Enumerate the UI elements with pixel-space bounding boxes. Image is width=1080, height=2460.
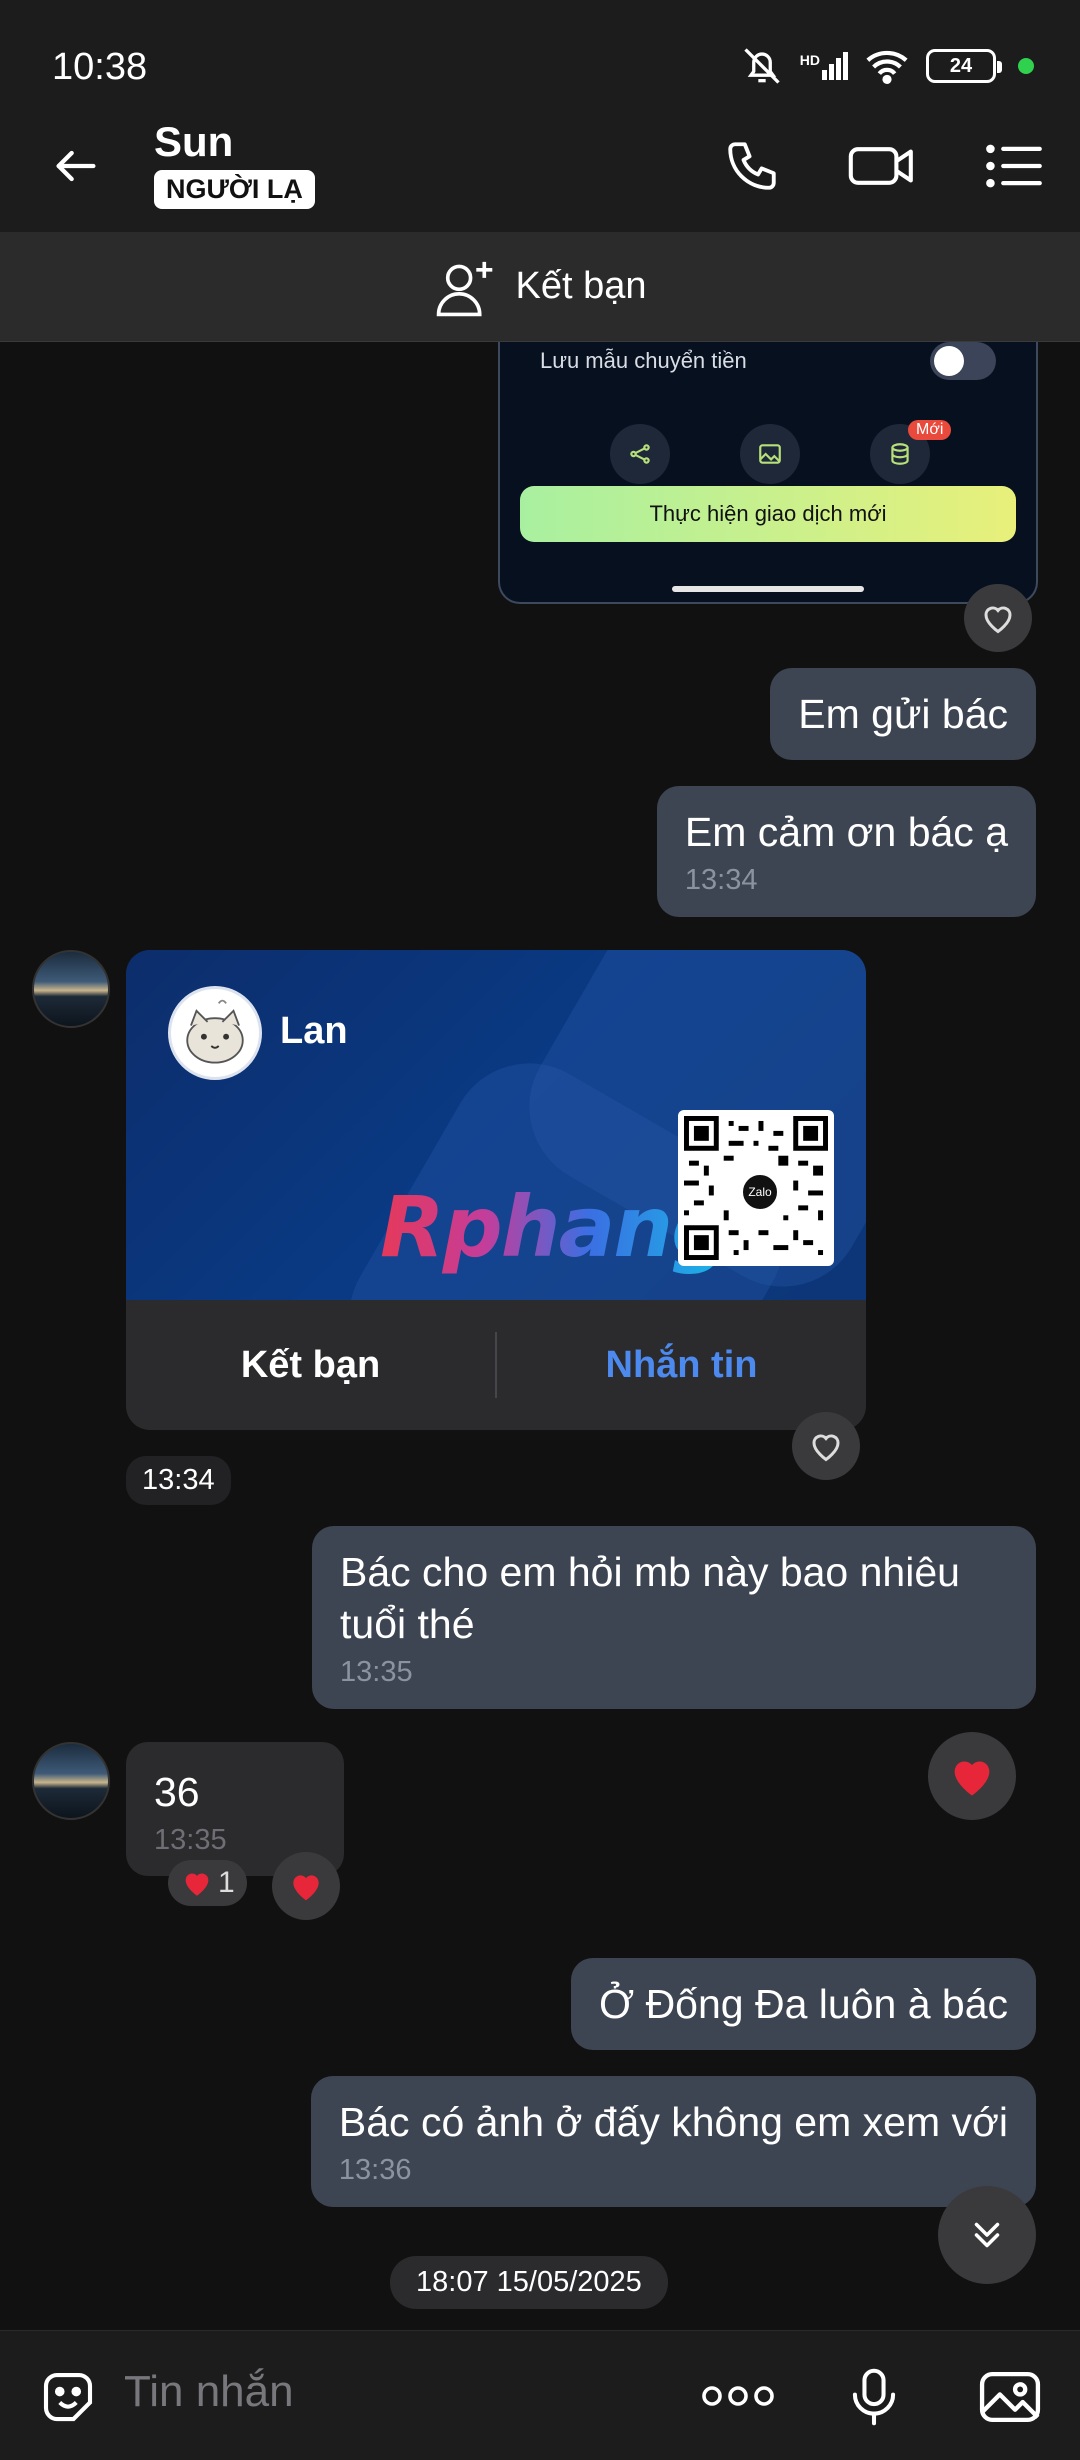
image-gallery-icon bbox=[979, 2371, 1041, 2423]
message-input-bar: Tin nhắn bbox=[0, 2330, 1080, 2460]
battery-icon: 24 bbox=[926, 49, 1002, 83]
cat-avatar-icon bbox=[186, 999, 244, 1064]
image-icon bbox=[740, 424, 800, 484]
screenshot-toggle-label: Lưu mẫu chuyển tiền bbox=[540, 348, 747, 373]
heart-icon bbox=[293, 1875, 319, 1901]
video-call-button[interactable] bbox=[842, 126, 922, 206]
heart-outline-icon bbox=[984, 606, 1012, 634]
card-contact-name: Lan bbox=[280, 1010, 348, 1052]
zalo-logo-icon: Zalo bbox=[740, 1172, 780, 1212]
contact-name[interactable]: Sun bbox=[154, 118, 233, 166]
message-text: 36 bbox=[154, 1769, 200, 1815]
phone-icon bbox=[728, 142, 776, 190]
outgoing-message[interactable]: Em cảm ơn bác ạ 13:34 bbox=[656, 786, 1036, 917]
stranger-badge: NGƯỜI LẠ bbox=[154, 170, 315, 209]
reaction-count: 1 bbox=[218, 1866, 235, 1899]
message-text: Ở Đống Đa luôn à bác bbox=[599, 1981, 1008, 2027]
react-button[interactable] bbox=[928, 1732, 1016, 1820]
message-time: 13:35 bbox=[340, 1656, 413, 1688]
mute-bell-icon bbox=[744, 48, 780, 84]
reaction-summary[interactable]: 1 bbox=[168, 1860, 247, 1906]
screenshot-toggle bbox=[930, 342, 996, 380]
react-button[interactable] bbox=[272, 1852, 340, 1920]
status-time: 10:38 bbox=[52, 46, 148, 88]
outgoing-message[interactable]: Em gửi bác bbox=[770, 668, 1036, 760]
watermark-text: Rphang bbox=[380, 1178, 731, 1276]
message-time: 13:35 bbox=[154, 1824, 227, 1856]
list-menu-icon bbox=[986, 144, 1042, 188]
heart-outline-icon bbox=[812, 1434, 840, 1462]
add-friend-bar[interactable]: Kết bạn bbox=[0, 232, 1080, 342]
voice-call-button[interactable] bbox=[712, 126, 792, 206]
new-transaction-button: Thực hiện giao dịch mới bbox=[520, 486, 1016, 542]
video-camera-icon bbox=[848, 147, 913, 185]
more-dots-icon bbox=[702, 2386, 774, 2406]
message-input[interactable]: Tin nhắn bbox=[124, 2367, 294, 2417]
add-friend-label: Kết bạn bbox=[515, 265, 647, 307]
message-text: Em gửi bác bbox=[798, 691, 1008, 737]
message-time: 13:34 bbox=[684, 864, 758, 896]
date-separator: 18:07 15/05/2025 bbox=[390, 2256, 668, 2309]
voice-record-button[interactable] bbox=[838, 2361, 910, 2433]
qr-code: Zalo bbox=[678, 1110, 834, 1266]
react-button[interactable] bbox=[792, 1412, 860, 1480]
sender-avatar[interactable] bbox=[32, 1742, 110, 1820]
heart-icon bbox=[185, 1873, 209, 1896]
scroll-to-bottom-button[interactable] bbox=[938, 2186, 1036, 2284]
add-user-icon bbox=[436, 261, 492, 316]
status-bar: 10:38 HD 24 bbox=[0, 0, 1080, 100]
new-badge: Mới bbox=[908, 420, 952, 440]
card-avatar bbox=[168, 986, 262, 1080]
card-add-friend-button[interactable]: Kết bạn bbox=[126, 1344, 495, 1387]
sticker-button[interactable] bbox=[32, 2361, 104, 2433]
home-indicator bbox=[672, 586, 864, 592]
signal-label: HD bbox=[799, 52, 820, 68]
heart-icon bbox=[954, 1761, 990, 1796]
contact-card-banner: Lan Rphang Zalo bbox=[126, 950, 866, 1300]
sender-avatar[interactable] bbox=[32, 950, 110, 1028]
card-message-button[interactable]: Nhắn tin bbox=[497, 1344, 866, 1387]
react-button[interactable] bbox=[964, 584, 1032, 652]
microphone-icon bbox=[852, 2368, 896, 2426]
signal-icon: HD bbox=[800, 52, 848, 80]
outgoing-message[interactable]: Bác có ảnh ở đấy không em xem với 13:36 bbox=[310, 2076, 1036, 2207]
more-options-button[interactable] bbox=[700, 2371, 776, 2421]
message-time: 13:36 bbox=[338, 2154, 412, 2186]
image-picker-button[interactable] bbox=[972, 2361, 1048, 2433]
wifi-icon bbox=[866, 50, 908, 85]
chat-header: Sun NGƯỜI LẠ bbox=[0, 100, 1080, 232]
shared-screenshot-image[interactable]: Lưu mẫu chuyển tiền Mới Thực hiện giao d… bbox=[498, 342, 1038, 604]
message-text: Em cảm ơn bác ạ bbox=[684, 809, 1008, 855]
emoji-sticker-icon bbox=[43, 2372, 93, 2422]
double-chevron-down-icon bbox=[974, 2222, 1000, 2248]
outgoing-message[interactable]: Bác cho em hỏi mb này bao nhiêu tuổi thé… bbox=[312, 1526, 1036, 1709]
contact-card[interactable]: Lan Rphang Zalo Kết bạn Nhắn tin bbox=[126, 950, 866, 1430]
card-time: 13:34 bbox=[126, 1456, 231, 1505]
back-arrow-icon bbox=[56, 150, 96, 182]
share-icon bbox=[610, 424, 670, 484]
privacy-indicator-dot bbox=[1018, 58, 1034, 74]
chat-options-button[interactable] bbox=[974, 126, 1054, 206]
contact-card-actions: Kết bạn Nhắn tin bbox=[126, 1300, 866, 1430]
message-text: Bác có ảnh ở đấy không em xem với bbox=[338, 2099, 1008, 2145]
back-button[interactable] bbox=[40, 130, 112, 202]
message-text: Bác cho em hỏi mb này bao nhiêu tuổi thé bbox=[340, 1549, 960, 1647]
outgoing-message[interactable]: Ở Đống Đa luôn à bác bbox=[571, 1958, 1036, 2050]
status-icons: HD 24 bbox=[740, 44, 1034, 88]
